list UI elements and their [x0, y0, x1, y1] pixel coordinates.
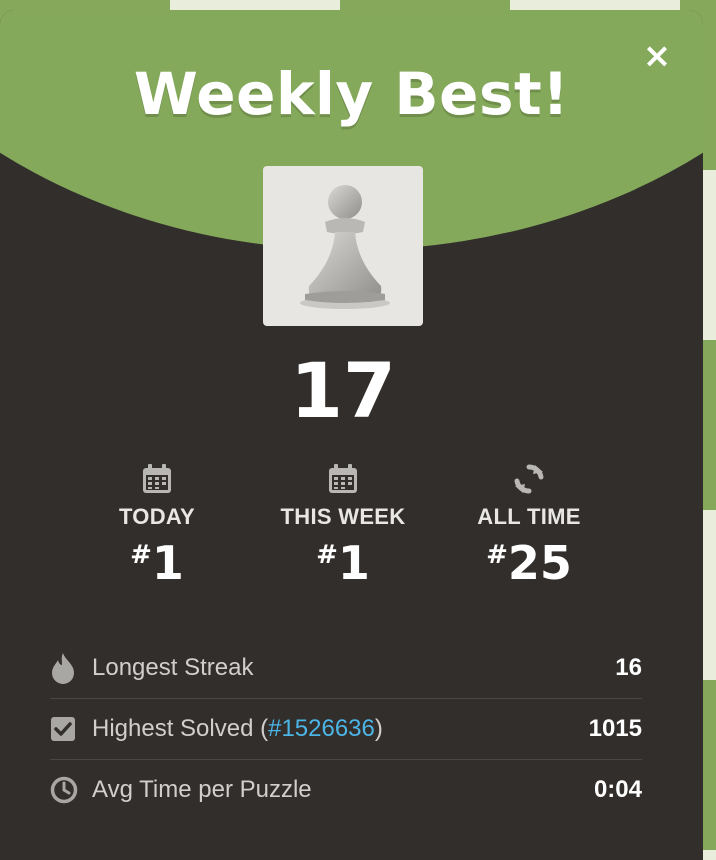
row-label: Avg Time per Puzzle [92, 776, 312, 803]
flame-icon [52, 653, 74, 684]
row-highest-solved: Highest Solved (#1526636) 1015 [50, 699, 642, 760]
puzzle-link[interactable]: #1526636 [268, 715, 375, 742]
pawn-tile [263, 166, 423, 326]
weekly-best-modal: × Weekly Best! 17 TODAY #1 THIS WEEK #1 … [0, 10, 703, 860]
label-suffix: ) [374, 715, 383, 742]
checkbox-icon [51, 717, 75, 741]
clock-icon [50, 776, 78, 804]
stat-label: TODAY [118, 504, 196, 529]
row-longest-streak: Longest Streak 16 [50, 638, 642, 699]
row-label: Highest Solved (#1526636) [92, 715, 589, 743]
rank-value: 25 [507, 536, 572, 590]
stat-this-week: THIS WEEK #1 [243, 462, 443, 590]
stat-rank: #1 [243, 536, 443, 590]
rank-value: 1 [337, 536, 370, 590]
rank-hash: # [486, 540, 508, 570]
refresh-icon [514, 464, 544, 494]
stat-all-time: ALL TIME #25 [429, 462, 629, 590]
stats-list: Longest Streak 16 Highest Solved (#15266… [50, 638, 642, 820]
row-avg-time: Avg Time per Puzzle 0:04 [50, 760, 642, 820]
calendar-icon [329, 464, 357, 493]
stat-label: THIS WEEK [280, 504, 406, 529]
stat-label: ALL TIME [477, 504, 581, 529]
row-label: Longest Streak [92, 654, 254, 681]
rank-hash: # [130, 540, 152, 570]
puzzle-score: 17 [290, 346, 396, 435]
stat-rank: #25 [429, 536, 629, 590]
label-prefix: Highest Solved ( [92, 715, 269, 742]
calendar-icon [143, 464, 171, 493]
pawn-icon [300, 185, 390, 309]
row-value: 16 [615, 654, 642, 681]
rank-hash: # [316, 540, 338, 570]
stat-rank: #1 [57, 536, 257, 590]
row-value: 1015 [588, 715, 642, 742]
modal-title: Weekly Best! [133, 60, 570, 128]
rank-value: 1 [151, 536, 184, 590]
row-value: 0:04 [593, 776, 642, 803]
stat-today: TODAY #1 [57, 462, 257, 590]
